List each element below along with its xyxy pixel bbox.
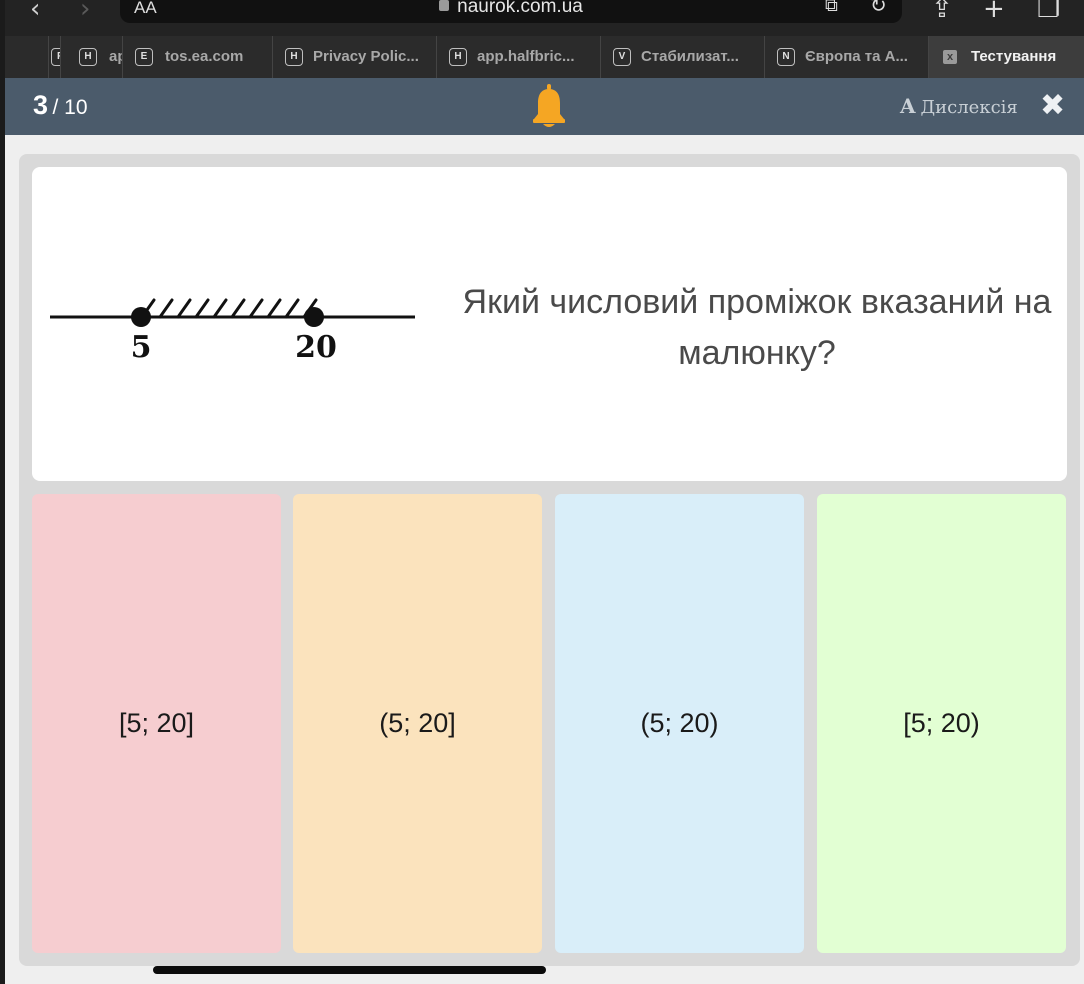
tabs-overview-icon[interactable]: ❐ bbox=[1037, 0, 1060, 24]
close-icon[interactable]: ✖ bbox=[1040, 88, 1065, 123]
answer-label: (5; 20] bbox=[379, 708, 456, 738]
endpoint-left bbox=[131, 307, 151, 327]
tab-favicon: H bbox=[285, 48, 303, 66]
url-text[interactable]: naurok.com.ua bbox=[457, 0, 583, 17]
tab-favicon: x bbox=[943, 50, 957, 64]
tab-active[interactable]: x Тестування bbox=[928, 36, 1084, 78]
back-icon[interactable]: ‹ bbox=[30, 0, 40, 24]
answer-label: [5; 20) bbox=[903, 708, 980, 738]
figure-label-left: 5 bbox=[131, 330, 152, 365]
tab-favicon: H bbox=[449, 48, 467, 66]
tab-favicon: E bbox=[135, 48, 153, 66]
tab-0[interactable]: H ap bbox=[60, 36, 122, 78]
tab-3[interactable]: H app.halfbric... bbox=[436, 36, 600, 78]
tab-5[interactable]: N Європа та А... bbox=[764, 36, 928, 78]
tab-label: Privacy Polic... bbox=[313, 48, 419, 65]
lock-icon bbox=[439, 0, 450, 11]
tab-favicon: H bbox=[79, 48, 97, 66]
tab-favicon: F bbox=[51, 48, 60, 66]
total-questions: / 10 bbox=[52, 96, 88, 119]
tab-label: ap bbox=[109, 48, 122, 65]
tab-truncated[interactable]: F bbox=[48, 36, 60, 78]
answer-option-1[interactable]: [5; 20] bbox=[32, 494, 281, 953]
answer-label: [5; 20] bbox=[118, 708, 195, 738]
quiz-panel: 5 20 Який числовий проміжок вказаний на … bbox=[19, 154, 1080, 966]
tab-4[interactable]: V Стабилизат... bbox=[600, 36, 764, 78]
address-bar[interactable]: AA naurok.com.ua ⧉ ↻ bbox=[120, 0, 902, 23]
endpoint-right bbox=[304, 307, 324, 327]
quiz-content: 5 20 Який числовий проміжок вказаний на … bbox=[5, 135, 1084, 984]
tab-1[interactable]: E tos.ea.com bbox=[122, 36, 272, 78]
dyslexia-label: Дислексія bbox=[920, 97, 1018, 118]
forward-icon[interactable]: › bbox=[80, 0, 90, 24]
tab-bar: F H ap E tos.ea.com H Privacy Polic... H… bbox=[5, 36, 1084, 78]
question-card: 5 20 Який числовий проміжок вказаний на … bbox=[32, 167, 1067, 481]
tab-label: Стабилизат... bbox=[641, 48, 739, 65]
answer-label: (5; 20) bbox=[640, 708, 719, 738]
tab-favicon: V bbox=[613, 48, 631, 66]
answer-option-2[interactable]: (5; 20] bbox=[293, 494, 542, 953]
tab-favicon: N bbox=[777, 48, 795, 66]
quiz-header: 3 / 10 A Дислексія ✖ bbox=[5, 78, 1084, 135]
extensions-icon[interactable]: ⧉ bbox=[825, 0, 838, 16]
question-text: Який числовий проміжок вказаний на малюн… bbox=[462, 283, 1052, 372]
tab-label: Тестування bbox=[971, 48, 1057, 65]
reload-icon[interactable]: ↻ bbox=[870, 0, 887, 17]
tab-label: tos.ea.com bbox=[165, 48, 244, 65]
dyslexia-icon: A bbox=[900, 94, 916, 118]
answer-option-3[interactable]: (5; 20) bbox=[555, 494, 804, 953]
tab-label: app.halfbric... bbox=[477, 48, 575, 65]
number-line-figure: 5 20 bbox=[50, 298, 415, 365]
figure-label-right: 20 bbox=[295, 330, 337, 365]
tab-2[interactable]: H Privacy Polic... bbox=[272, 36, 436, 78]
answer-option-4[interactable]: [5; 20) bbox=[817, 494, 1066, 953]
current-question: 3 bbox=[33, 90, 49, 120]
browser-toolbar: ‹ › AA naurok.com.ua ⧉ ↻ ⇪ + ❐ bbox=[5, 0, 1084, 36]
question-counter: 3 / 10 bbox=[33, 90, 88, 121]
home-indicator bbox=[153, 966, 546, 974]
tab-label: Європа та А... bbox=[805, 48, 908, 65]
bell-icon[interactable] bbox=[531, 84, 567, 130]
share-icon[interactable]: ⇪ bbox=[931, 0, 953, 24]
new-tab-icon[interactable]: + bbox=[983, 0, 1005, 24]
dyslexia-toggle[interactable]: A Дислексія bbox=[900, 94, 1018, 118]
